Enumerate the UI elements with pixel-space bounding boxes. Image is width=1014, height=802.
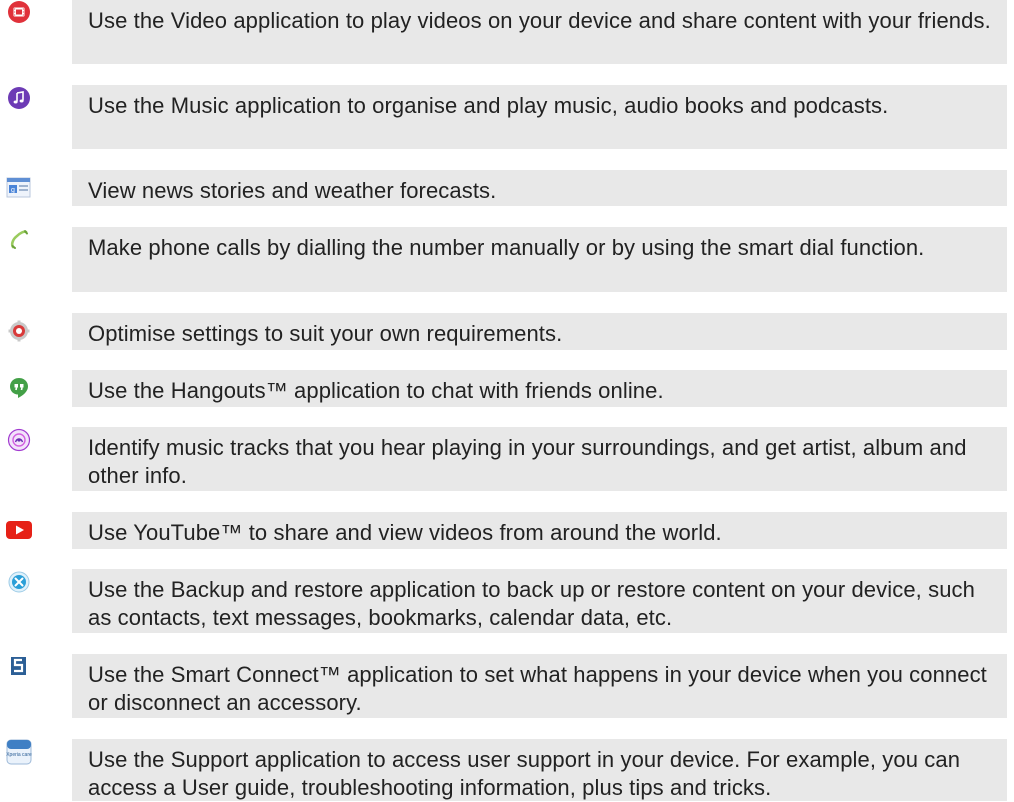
- list-item-text: Use the Support application to access us…: [72, 739, 1007, 801]
- music-icon: [4, 83, 34, 113]
- settings-icon: [4, 316, 34, 346]
- smart-connect-icon: [4, 651, 34, 681]
- list-item-trackid: Identify music tracks that you hear play…: [0, 427, 1014, 491]
- list-item-settings: Optimise settings to suit your own requi…: [0, 313, 1014, 350]
- list-item-text: Use the Backup and restore application t…: [72, 569, 1007, 633]
- youtube-icon: [4, 515, 34, 545]
- list-item-video: Use the Video application to play videos…: [0, 0, 1014, 64]
- hangouts-icon: [4, 373, 34, 403]
- list-item-text: Use the Music application to organise an…: [72, 85, 1007, 149]
- list-item-backup-restore: Use the Backup and restore application t…: [0, 569, 1014, 633]
- list-item-text: Use the Video application to play videos…: [72, 0, 1007, 64]
- list-item-text: Identify music tracks that you hear play…: [72, 427, 1007, 491]
- phone-icon: [4, 224, 34, 254]
- app-description-list: Use the Video application to play videos…: [0, 0, 1014, 801]
- svg-text:g: g: [11, 187, 15, 194]
- news-weather-icon: g: [4, 173, 34, 203]
- list-item-phone: Make phone calls by dialling the number …: [0, 227, 1014, 292]
- trackid-icon: [4, 425, 34, 455]
- list-item-text: Use the Hangouts™ application to chat wi…: [72, 370, 1007, 407]
- list-item-text: Optimise settings to suit your own requi…: [72, 313, 1007, 350]
- list-item-text: Use the Smart Connect™ application to se…: [72, 654, 1007, 718]
- backup-restore-icon: [4, 567, 34, 597]
- list-item-smart-connect: Use the Smart Connect™ application to se…: [0, 654, 1014, 718]
- video-icon: [4, 0, 34, 27]
- list-item-youtube: Use YouTube™ to share and view videos fr…: [0, 512, 1014, 549]
- svg-text:Xperia care: Xperia care: [6, 752, 32, 758]
- list-item-text: View news stories and weather forecasts.: [72, 170, 1007, 206]
- list-item-support: Xperia care Use the Support application …: [0, 739, 1014, 801]
- list-item-text: Use YouTube™ to share and view videos fr…: [72, 512, 1007, 549]
- list-item-music: Use the Music application to organise an…: [0, 85, 1014, 149]
- list-item-hangouts: Use the Hangouts™ application to chat wi…: [0, 370, 1014, 407]
- list-item-text: Make phone calls by dialling the number …: [72, 227, 1007, 292]
- xperia-care-icon: Xperia care: [4, 737, 34, 767]
- list-item-news-weather: g View news stories and weather forecast…: [0, 170, 1014, 206]
